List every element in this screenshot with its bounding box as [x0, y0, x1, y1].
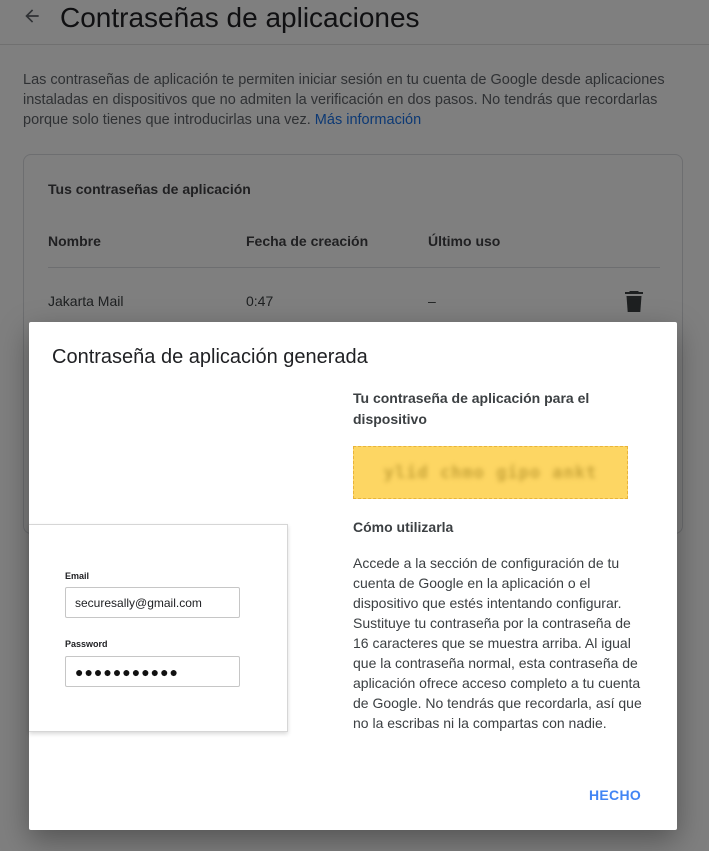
usage-heading: Cómo utilizarla	[353, 519, 454, 535]
illustration-password-field: ●●●●●●●●●●●	[65, 656, 240, 687]
illustration-email-field: securesally@gmail.com	[65, 587, 240, 618]
generated-password[interactable]: ylid chmo gipo ankt	[384, 463, 597, 483]
generated-password-dialog: Contraseña de aplicación generada Email …	[29, 322, 677, 830]
password-heading: Tu contraseña de aplicación para el disp…	[353, 390, 590, 427]
usage-instructions: Accede a la sección de configuración de …	[353, 555, 642, 731]
dialog-title: Contraseña de aplicación generada	[52, 346, 368, 368]
illustration-email-label: Email	[65, 571, 90, 581]
done-button[interactable]: HECHO	[589, 784, 641, 806]
login-illustration: Email securesally@gmail.com Password ●●●…	[29, 524, 288, 732]
generated-password-box[interactable]: ylid chmo gipo ankt	[353, 446, 628, 499]
illustration-password-label: Password	[65, 639, 108, 649]
